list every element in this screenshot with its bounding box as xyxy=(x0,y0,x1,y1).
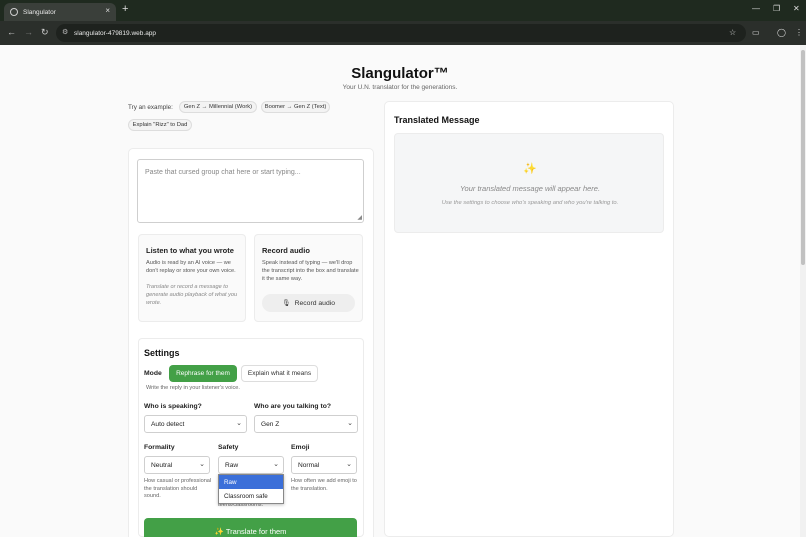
safety-select[interactable]: Raw ⌄ xyxy=(218,456,284,474)
emoji-value: Normal xyxy=(298,461,320,469)
emoji-hint: How often we add emoji to the translatio… xyxy=(291,478,357,492)
sparkles-icon: ✨ xyxy=(523,163,537,175)
chevron-down-icon: ⌄ xyxy=(347,420,353,427)
forward-icon[interactable]: → xyxy=(24,27,33,37)
example-chip[interactable]: Explain "Rizz" to Dad xyxy=(128,119,192,131)
page: Slangulator™ Your U.N. translator for th… xyxy=(0,45,800,537)
site-info-icon[interactable]: ⚙ xyxy=(62,29,70,37)
browser-tab[interactable]: Slangulator × xyxy=(4,3,116,21)
formality-hint: How casual or professional the translati… xyxy=(144,478,212,499)
example-chip[interactable]: Gen Z → Millennial (Work) xyxy=(179,101,257,113)
listener-select[interactable]: Gen Z ⌄ xyxy=(254,415,358,433)
menu-icon[interactable]: ⋮ xyxy=(795,28,803,37)
bookmark-star-icon[interactable]: ☆ xyxy=(729,28,736,37)
profile-icon[interactable]: ◯ xyxy=(777,28,786,37)
speaker-label: Who is speaking? xyxy=(144,403,202,410)
formality-select[interactable]: Neutral ⌄ xyxy=(144,456,210,474)
app-title: Slangulator™ xyxy=(351,65,449,82)
chevron-down-icon: ⌄ xyxy=(236,420,242,427)
chevron-down-icon: ⌄ xyxy=(273,461,279,468)
output-title: Translated Message xyxy=(394,115,480,125)
microphone-icon: 🎙 xyxy=(281,300,291,307)
formality-value: Neutral xyxy=(151,461,173,469)
settings-title: Settings xyxy=(144,348,180,358)
globe-icon xyxy=(10,8,18,16)
restore-icon[interactable]: ❐ xyxy=(773,4,780,13)
mode-explain-button[interactable]: Explain what it means xyxy=(241,365,318,382)
scrollbar[interactable] xyxy=(800,45,806,537)
example-chip[interactable]: Boomer → Gen Z (Text) xyxy=(261,101,330,113)
chevron-down-icon: ⌄ xyxy=(346,461,352,468)
reload-icon[interactable]: ↻ xyxy=(41,27,49,38)
record-description: Speak instead of typing — we'll drop the… xyxy=(262,260,359,282)
minimize-icon[interactable]: — xyxy=(752,4,760,13)
safety-label: Safety xyxy=(218,444,239,451)
close-window-icon[interactable]: ✕ xyxy=(793,4,800,13)
listener-value: Gen Z xyxy=(261,420,280,428)
address-bar-row: ← → ↻ ⚙ slangulator-479819.web.app ☆ ▭ ◯… xyxy=(0,21,806,45)
close-tab-icon[interactable]: × xyxy=(105,6,110,15)
new-tab-button[interactable]: + xyxy=(122,3,128,15)
app-subtitle: Your U.N. translator for the generations… xyxy=(342,84,458,91)
record-button-label: Record audio xyxy=(294,299,336,307)
message-placeholder: Paste that cursed group chat here or sta… xyxy=(145,169,301,176)
speaker-select[interactable]: Auto detect ⌄ xyxy=(144,415,247,433)
resize-handle-icon[interactable]: ◢ xyxy=(357,214,362,221)
mode-rephrase-button[interactable]: Rephrase for them xyxy=(169,365,237,382)
tab-title: Slangulator xyxy=(23,8,56,16)
url-field[interactable]: ⚙ slangulator-479819.web.app xyxy=(56,24,746,42)
listen-card: Listen to what you wrote Audio is read b… xyxy=(138,234,246,322)
formality-label: Formality xyxy=(144,444,175,451)
listen-title: Listen to what you wrote xyxy=(146,246,234,255)
output-placeholder: Your translated message will appear here… xyxy=(459,184,601,193)
back-icon[interactable]: ← xyxy=(7,27,16,37)
listener-label: Who are you talking to? xyxy=(254,403,332,410)
record-audio-button[interactable]: 🎙 Record audio xyxy=(262,294,355,312)
output-hint: Use the settings to choose who's speakin… xyxy=(441,200,619,206)
record-title: Record audio xyxy=(262,246,310,255)
listen-hint: Translate or record a message to generat… xyxy=(146,284,238,306)
example-label: Try an example: xyxy=(128,104,173,111)
mode-hint: Write the reply in your listener's voice… xyxy=(146,385,240,391)
speaker-value: Auto detect xyxy=(151,420,185,428)
browser-tab-bar: Slangulator × + — ❐ ✕ xyxy=(0,0,806,21)
listen-description: Audio is read by an AI voice — we don't … xyxy=(146,260,236,274)
url-text: slangulator-479819.web.app xyxy=(74,29,157,37)
cast-icon[interactable]: ▭ xyxy=(752,28,760,37)
emoji-select[interactable]: Normal ⌄ xyxy=(291,456,357,474)
chevron-down-icon: ⌄ xyxy=(199,461,205,468)
emoji-label: Emoji xyxy=(291,444,310,451)
safety-value: Raw xyxy=(225,461,239,469)
scrollbar-thumb[interactable] xyxy=(801,50,805,265)
mode-label: Mode xyxy=(144,370,162,377)
output-area: ✨ Your translated message will appear he… xyxy=(394,133,664,233)
safety-option-classroom[interactable]: Classroom safe xyxy=(219,489,283,503)
safety-option-raw[interactable]: Raw xyxy=(219,475,283,489)
message-input[interactable]: Paste that cursed group chat here or sta… xyxy=(137,159,364,223)
translate-button[interactable]: ✨ Translate for them xyxy=(144,518,357,537)
safety-dropdown-list: Raw Classroom safe xyxy=(218,474,284,504)
